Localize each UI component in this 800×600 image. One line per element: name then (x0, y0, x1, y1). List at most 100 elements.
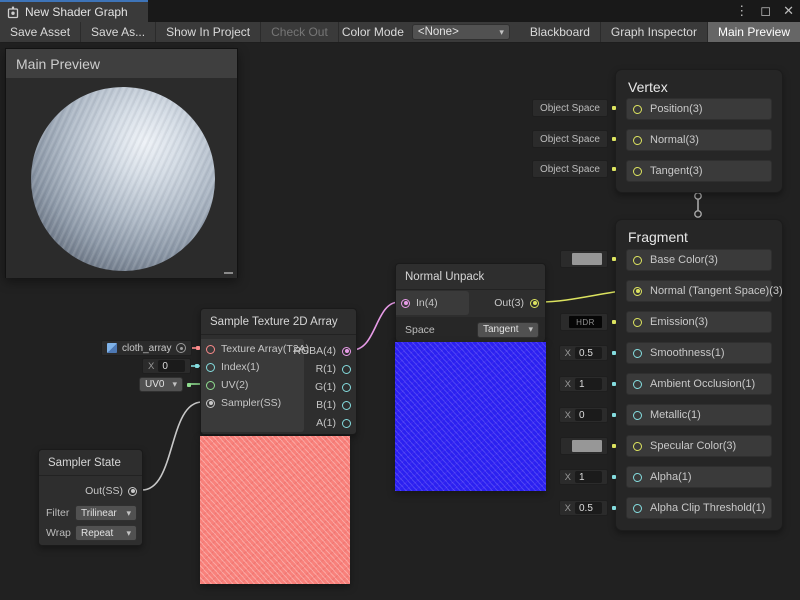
port-sampler[interactable] (206, 399, 215, 408)
wrap-label: Wrap (46, 527, 71, 539)
port-texture-array[interactable] (206, 345, 215, 354)
connector-dot (187, 383, 191, 387)
port-r[interactable] (342, 365, 351, 374)
float-value[interactable]: 1 (575, 378, 602, 390)
save-asset-button[interactable]: Save Asset (0, 22, 81, 42)
wrap-dropdown[interactable]: Repeat▾ (75, 525, 137, 541)
port-in[interactable] (401, 299, 410, 308)
port-uv[interactable] (206, 381, 215, 390)
tab-new-shader-graph[interactable]: New Shader Graph (0, 0, 148, 22)
chevron-down-icon: ▾ (499, 28, 504, 37)
port-normal[interactable] (633, 136, 642, 145)
object-picker-icon[interactable] (176, 343, 186, 353)
port-smoothness[interactable] (633, 349, 642, 358)
slot-label: Sampler(SS) (221, 397, 281, 409)
space-pill[interactable]: Object Space (532, 99, 608, 117)
maximize-icon[interactable]: ◻ (760, 0, 771, 22)
menu-icon[interactable]: ⋮ (735, 0, 748, 22)
slot-label: G(1) (315, 381, 336, 393)
slot-label: Emission(3) (650, 316, 708, 328)
hdr-color-swatch[interactable]: HDR (560, 313, 608, 331)
vertex-slot-position: Position(3) (626, 98, 772, 120)
alpha-clip-threshold-field[interactable]: X0.5 (559, 500, 616, 516)
position-space-widget[interactable]: Object Space (532, 99, 616, 117)
vertex-node-title: Vertex (616, 70, 782, 95)
float-value[interactable]: 0 (158, 360, 185, 372)
show-in-project-button[interactable]: Show In Project (156, 22, 261, 42)
swatch-fill (572, 440, 602, 452)
normal-unpack-node[interactable]: Normal Unpack In(4) Out(3) Space Tangent… (395, 263, 546, 342)
port-a[interactable] (342, 419, 351, 428)
main-preview-viewport[interactable] (6, 78, 237, 278)
space-pill[interactable]: Object Space (532, 160, 608, 178)
graph-canvas[interactable]: Main Preview Vertex Position(3) Normal(3… (0, 43, 800, 600)
metallic-field[interactable]: X0 (559, 407, 616, 423)
alpha-field[interactable]: X1 (559, 469, 616, 485)
sample-texture-2d-array-node[interactable]: Sample Texture 2D Array Texture Array(T2… (200, 308, 357, 435)
vertex-slot-tangent: Tangent(3) (626, 160, 772, 182)
preview-resize-handle[interactable] (224, 272, 233, 274)
main-preview-button[interactable]: Main Preview (708, 22, 800, 42)
color-mode-dropdown[interactable]: <None> ▾ (412, 24, 510, 40)
main-preview-header[interactable]: Main Preview (6, 49, 237, 78)
x-label: X (148, 361, 154, 372)
property-name: cloth_array (122, 343, 171, 354)
vertex-node[interactable]: Vertex Position(3) Normal(3) Tangent(3) (615, 69, 783, 193)
port-ambient-occlusion[interactable] (633, 380, 642, 389)
color-swatch[interactable] (560, 250, 608, 268)
close-icon[interactable]: ✕ (783, 0, 794, 22)
port-alpha[interactable] (633, 473, 642, 482)
space-dropdown[interactable]: Tangent▾ (477, 322, 539, 338)
ambient-occlusion-field[interactable]: X1 (559, 376, 616, 392)
connector-dot (612, 320, 616, 324)
fragment-node[interactable]: Fragment Base Color(3) Normal (Tangent S… (615, 219, 783, 531)
specular-color-widget[interactable] (560, 437, 616, 455)
port-g[interactable] (342, 383, 351, 392)
fragment-slot-metallic: Metallic(1) (626, 404, 772, 426)
port-base-color[interactable] (633, 256, 642, 265)
port-normal-tangent-space[interactable] (633, 287, 642, 296)
space-label: Space (405, 324, 435, 336)
connector-dot (612, 137, 616, 141)
color-mode-group: Color Mode <None> ▾ (342, 22, 520, 42)
float-value[interactable]: 0 (575, 409, 602, 421)
base-color-widget[interactable] (560, 250, 616, 268)
float-value[interactable]: 0.5 (575, 502, 602, 514)
color-swatch[interactable] (560, 437, 608, 455)
port-out[interactable] (530, 299, 539, 308)
index-field[interactable]: X0 (142, 358, 199, 374)
blackboard-button[interactable]: Blackboard (520, 22, 601, 42)
chevron-down-icon: ▾ (126, 509, 131, 518)
emission-hdr-widget[interactable]: HDR (560, 313, 616, 331)
float-value[interactable]: 0.5 (575, 347, 602, 359)
tangent-space-widget[interactable]: Object Space (532, 160, 616, 178)
graph-inspector-button[interactable]: Graph Inspector (601, 22, 708, 42)
save-as-button[interactable]: Save As... (81, 22, 156, 42)
sampler-state-node[interactable]: Sampler State Out(SS) Filter Trilinear▾ … (38, 449, 143, 546)
uv-channel-value: UV0 (145, 379, 164, 390)
node-title: Sample Texture 2D Array (201, 309, 356, 335)
port-alpha-clip-threshold[interactable] (633, 504, 642, 513)
normal-space-widget[interactable]: Object Space (532, 130, 616, 148)
port-tangent[interactable] (633, 167, 642, 176)
port-b[interactable] (342, 401, 351, 410)
uv-channel-dropdown[interactable]: UV0▾ (139, 377, 191, 392)
slot-label: B(1) (316, 399, 336, 411)
x-label: X (565, 410, 571, 421)
smoothness-field[interactable]: X 0.5 (559, 345, 616, 361)
space-pill[interactable]: Object Space (532, 130, 608, 148)
space-control-row: Space Tangent▾ (396, 317, 545, 342)
port-metallic[interactable] (633, 411, 642, 420)
float-value[interactable]: 1 (575, 471, 602, 483)
port-index[interactable] (206, 363, 215, 372)
x-label: X (565, 348, 571, 359)
port-specular-color[interactable] (633, 442, 642, 451)
input-in: In(4) (396, 291, 469, 315)
port-out-ss[interactable] (128, 487, 137, 496)
shader-graph-icon (7, 6, 19, 19)
port-position[interactable] (633, 105, 642, 114)
texture-array-property-pill[interactable]: cloth_array (101, 340, 200, 356)
port-rgba[interactable] (342, 347, 351, 356)
filter-dropdown[interactable]: Trilinear▾ (75, 505, 137, 521)
port-emission[interactable] (633, 318, 642, 327)
